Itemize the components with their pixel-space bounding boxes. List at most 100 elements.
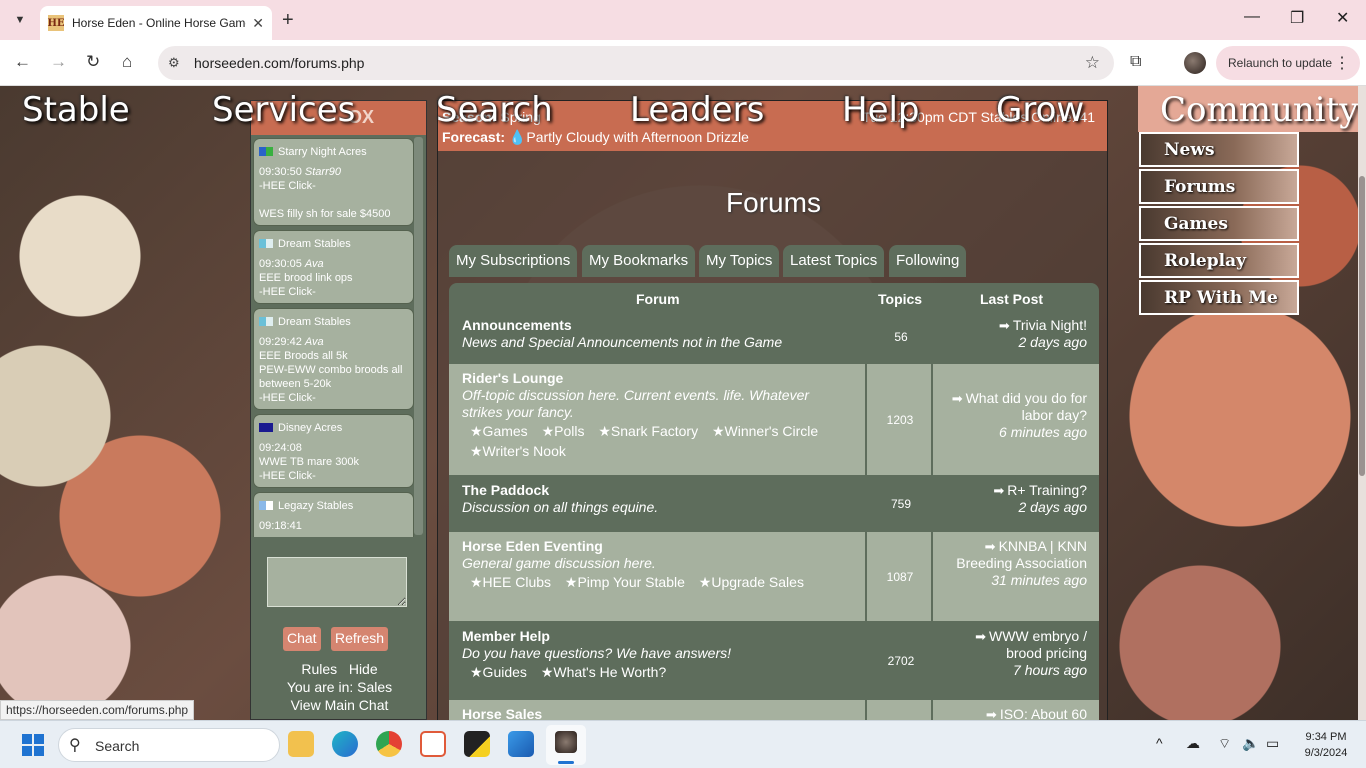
windows-start-icon[interactable] xyxy=(22,734,44,756)
subforum-list: ★Games ★Polls ★Snark Factory ★Winner's C… xyxy=(462,421,852,461)
subforum-link[interactable]: ★Games xyxy=(470,423,528,439)
view-main-chat-link[interactable]: View Main Chat xyxy=(251,697,428,713)
status-url: https://horseeden.com/forums.php xyxy=(0,700,195,720)
chevron-up-icon[interactable]: ^ xyxy=(1156,735,1163,751)
hide-link[interactable]: Hide xyxy=(349,661,378,677)
subforum-link[interactable]: ★Writer's Nook xyxy=(470,443,566,459)
chat-stable-name[interactable]: Disney Acres xyxy=(278,422,342,434)
last-post-link[interactable]: KNNBA | KNN Breeding Association xyxy=(956,538,1087,571)
subforum-link[interactable]: ★Pimp Your Stable xyxy=(565,574,685,590)
chat-line: PEW-EWW combo broods all between 5-20k xyxy=(259,364,403,390)
site-info-icon[interactable]: ⚙ xyxy=(168,55,180,71)
nav-search[interactable]: Search xyxy=(436,90,553,130)
last-post-link[interactable]: ISO: About 60 xyxy=(1000,706,1087,720)
tab-my-subscriptions[interactable]: My Subscriptions xyxy=(449,245,578,277)
chat-time: 09:24:08 xyxy=(259,442,302,454)
forum-name[interactable]: Horse Eden Eventing xyxy=(462,538,852,555)
subforum-link[interactable]: ★Polls xyxy=(542,423,585,439)
tab-search-icon[interactable]: ▼ xyxy=(8,8,32,32)
maximize-icon[interactable]: ❐ xyxy=(1290,8,1304,28)
subforum-link[interactable]: ★Upgrade Sales xyxy=(699,574,804,590)
forum-name[interactable]: Rider's Lounge xyxy=(462,370,852,387)
forward-icon[interactable]: → xyxy=(50,52,67,72)
subforum-link[interactable]: ★What's He Worth? xyxy=(541,664,666,680)
new-tab-icon[interactable]: + xyxy=(282,9,294,32)
subforum-link[interactable]: ★HEE Clubs xyxy=(470,574,551,590)
forum-cell: Announcements News and Special Announcem… xyxy=(449,311,867,363)
tab-following[interactable]: Following xyxy=(889,245,967,277)
browser-tab[interactable]: HE Horse Eden - Online Horse Game ✕ xyxy=(40,6,272,40)
page-scrollbar-thumb[interactable] xyxy=(1359,176,1365,476)
url-text[interactable]: horseeden.com/forums.php xyxy=(194,55,364,71)
chat-stable-name[interactable]: Starry Night Acres xyxy=(278,146,367,158)
sticky-notes-icon[interactable] xyxy=(464,731,490,757)
active-app[interactable] xyxy=(546,725,586,765)
subforum-link[interactable]: ★Winner's Circle xyxy=(712,423,818,439)
tab-my-bookmarks[interactable]: My Bookmarks xyxy=(582,245,696,277)
table-row: Member Help Do you have questions? We ha… xyxy=(449,622,1099,699)
col-topics: Topics xyxy=(878,291,923,307)
chat-user: Ava xyxy=(304,336,324,348)
tab-latest-topics[interactable]: Latest Topics xyxy=(783,245,885,277)
table-row: Horse Eden Eventing General game discuss… xyxy=(449,532,1099,621)
last-post-cell: ➡ ISO: About 60 xyxy=(935,700,1097,720)
close-window-icon[interactable]: ✕ xyxy=(1336,8,1349,28)
volume-icon[interactable]: 🔈 xyxy=(1242,735,1259,752)
flag-icon xyxy=(259,423,273,432)
bookmark-star-icon[interactable]: ☆ xyxy=(1085,53,1100,73)
close-tab-icon[interactable]: ✕ xyxy=(252,15,264,32)
snipping-tool-icon[interactable] xyxy=(420,731,446,757)
nav-leaders[interactable]: Leaders xyxy=(630,90,764,130)
rules-link[interactable]: Rules xyxy=(301,661,337,677)
last-post-link[interactable]: WWW embryo / brood pricing xyxy=(989,628,1087,661)
relaunch-label: Relaunch to update xyxy=(1228,56,1333,70)
chrome-icon[interactable] xyxy=(376,731,402,757)
chat-scrollbar[interactable] xyxy=(414,137,423,535)
nav-stable[interactable]: Stable xyxy=(22,90,130,130)
chat-user: Starr90 xyxy=(304,166,341,178)
relaunch-button[interactable]: Relaunch to update ⋮ xyxy=(1216,46,1360,80)
back-icon[interactable]: ← xyxy=(14,52,31,72)
last-post-link[interactable]: R+ Training? xyxy=(1007,482,1087,498)
active-indicator xyxy=(558,761,574,764)
wifi-icon[interactable]: ⌔ xyxy=(1218,735,1231,753)
file-explorer-icon[interactable] xyxy=(288,731,314,757)
refresh-button[interactable]: Refresh xyxy=(331,627,389,651)
system-clock[interactable]: 9:34 PM 9/3/2024 xyxy=(1296,729,1356,761)
chat-stable-name[interactable]: Dream Stables xyxy=(278,316,351,328)
menu-dots-icon[interactable]: ⋮ xyxy=(1334,53,1350,73)
forum-name[interactable]: Member Help xyxy=(462,628,854,645)
nav-services[interactable]: Services xyxy=(212,90,355,130)
forum-name[interactable]: Announcements xyxy=(462,317,854,334)
subforum-link[interactable]: ★Snark Factory xyxy=(598,423,698,439)
battery-icon[interactable]: ▭ xyxy=(1266,735,1279,752)
forum-name[interactable]: The Paddock xyxy=(462,482,854,499)
profile-avatar[interactable] xyxy=(1184,52,1206,74)
taskbar-search[interactable]: ⚲ Search xyxy=(58,728,280,762)
chat-button[interactable]: Chat xyxy=(283,627,321,651)
reload-icon[interactable]: ↻ xyxy=(86,52,100,72)
subforum-link[interactable]: ★Guides xyxy=(470,664,527,680)
forum-name[interactable]: Horse Sales xyxy=(462,706,852,720)
nav-help[interactable]: Help xyxy=(842,90,920,130)
home-icon[interactable]: ⌂ xyxy=(122,52,132,72)
tab-my-topics[interactable]: My Topics xyxy=(699,245,780,277)
minimize-icon[interactable]: — xyxy=(1244,8,1260,26)
chat-input[interactable] xyxy=(267,557,407,607)
community-news[interactable]: News xyxy=(1139,132,1299,167)
community-rp-with-me[interactable]: RP With Me xyxy=(1139,280,1299,315)
chat-stable-name[interactable]: Legazy Stables xyxy=(278,500,353,512)
community-roleplay[interactable]: Roleplay xyxy=(1139,243,1299,278)
chat-stable-name[interactable]: Dream Stables xyxy=(278,238,351,250)
community-forums[interactable]: Forums xyxy=(1139,169,1299,204)
last-post-link[interactable]: What did you do for labor day? xyxy=(966,390,1087,423)
last-post-link[interactable]: Trivia Night! xyxy=(1013,317,1087,333)
address-bar[interactable]: ⚙ horseeden.com/forums.php ☆ xyxy=(158,46,1114,80)
chat-messages[interactable]: Starry Night Acres 09:30:50 Starr90 -HEE… xyxy=(251,135,428,537)
onedrive-icon[interactable]: ☁ xyxy=(1186,735,1200,752)
photos-icon[interactable] xyxy=(508,731,534,757)
nav-grow[interactable]: Grow xyxy=(996,90,1084,130)
edge-icon[interactable] xyxy=(332,731,358,757)
extensions-icon[interactable]: ⧉ xyxy=(1130,53,1141,71)
community-games[interactable]: Games xyxy=(1139,206,1299,241)
